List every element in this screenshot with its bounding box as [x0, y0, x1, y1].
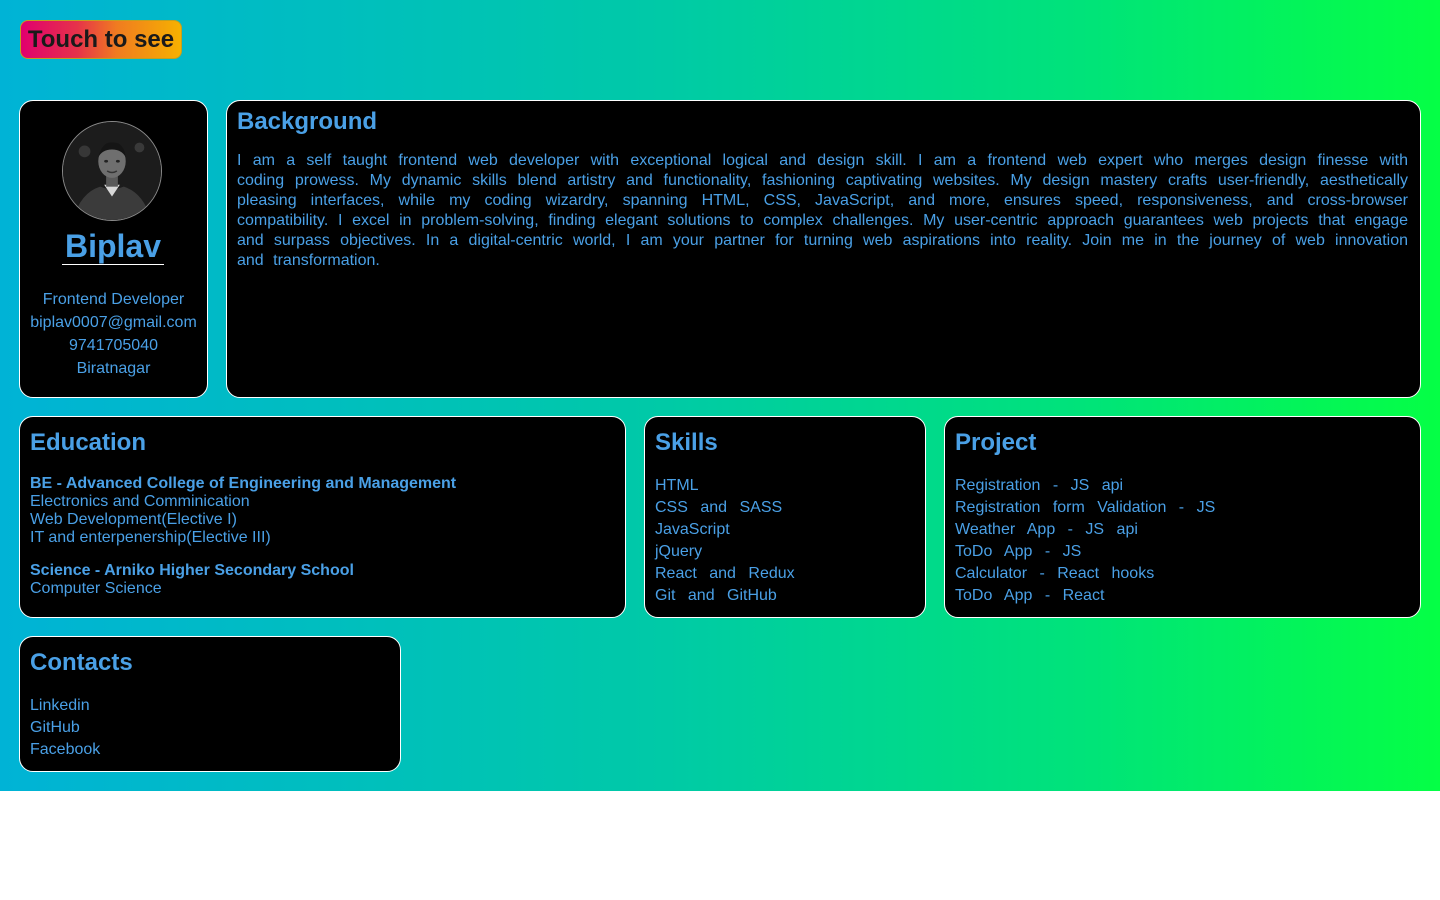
education-degree: BE - Advanced College of Engineering and…: [30, 475, 457, 492]
skill-item: CSS and SASS: [655, 499, 783, 516]
profile-info: Frontend Developer biplav0007@gmail.com …: [20, 288, 207, 380]
project-item: ToDo App - React: [955, 587, 1105, 604]
skill-item: Git and GitHub: [655, 587, 777, 604]
contacts-title: Contacts: [30, 649, 133, 676]
profile-role: Frontend Developer: [42, 291, 185, 308]
background-title: Background: [237, 108, 378, 135]
contacts-list: Linkedin GitHub Facebook: [30, 695, 100, 761]
profile-avatar: [62, 121, 162, 221]
contact-link-linkedin[interactable]: Linkedin: [30, 695, 100, 717]
education-title: Education: [30, 429, 147, 456]
skill-item: React and Redux: [655, 565, 795, 582]
project-item: Registration form Validation - JS: [955, 499, 1216, 516]
education-detail: Computer Science: [30, 580, 162, 597]
skill-item: HTML: [655, 477, 699, 494]
profile-card: Biplav Frontend Developer biplav0007@gma…: [19, 100, 208, 398]
education-card: Education BE - Advanced College of Engin…: [19, 416, 626, 618]
profile-phone: 9741705040: [69, 337, 158, 354]
touch-to-see-button[interactable]: Touch to see: [20, 20, 182, 59]
project-card: Project Registration - JS api Registrati…: [944, 416, 1421, 618]
project-title: Project: [955, 429, 1037, 456]
project-item: ToDo App - JS: [955, 543, 1082, 560]
project-item: Calculator - React hooks: [955, 565, 1155, 582]
profile-name-link[interactable]: Biplav: [62, 228, 164, 265]
contact-link-facebook[interactable]: Facebook: [30, 739, 100, 761]
profile-email: biplav0007@gmail.com: [30, 314, 197, 331]
skill-item: jQuery: [655, 543, 703, 560]
background-text: I am a self taught frontend web develope…: [237, 152, 1408, 269]
skills-list: HTML CSS and SASS JavaScript jQuery Reac…: [655, 475, 795, 607]
project-list: Registration - JS api Registration form …: [955, 475, 1215, 607]
skill-item: JavaScript: [655, 521, 730, 538]
education-detail: IT and enterpenership(Elective III): [30, 529, 271, 546]
contacts-card: Contacts Linkedin GitHub Facebook: [19, 636, 401, 772]
education-entry: Science - Arniko Higher Secondary School…: [30, 562, 354, 598]
profile-location: Biratnagar: [76, 360, 151, 377]
skills-card: Skills HTML CSS and SASS JavaScript jQue…: [644, 416, 926, 618]
education-detail: Web Development(Elective I): [30, 511, 237, 528]
education-detail: Electronics and Comminication: [30, 493, 250, 510]
contact-link-github[interactable]: GitHub: [30, 717, 100, 739]
education-entry: BE - Advanced College of Engineering and…: [30, 475, 456, 547]
skills-title: Skills: [655, 429, 718, 456]
background-card: Background I am a self taught frontend w…: [226, 100, 1421, 398]
education-degree: Science - Arniko Higher Secondary School: [30, 562, 354, 579]
project-item: Weather App - JS api: [955, 521, 1138, 538]
project-item: Registration - JS api: [955, 477, 1124, 494]
profile-photo-icon: [63, 122, 161, 220]
